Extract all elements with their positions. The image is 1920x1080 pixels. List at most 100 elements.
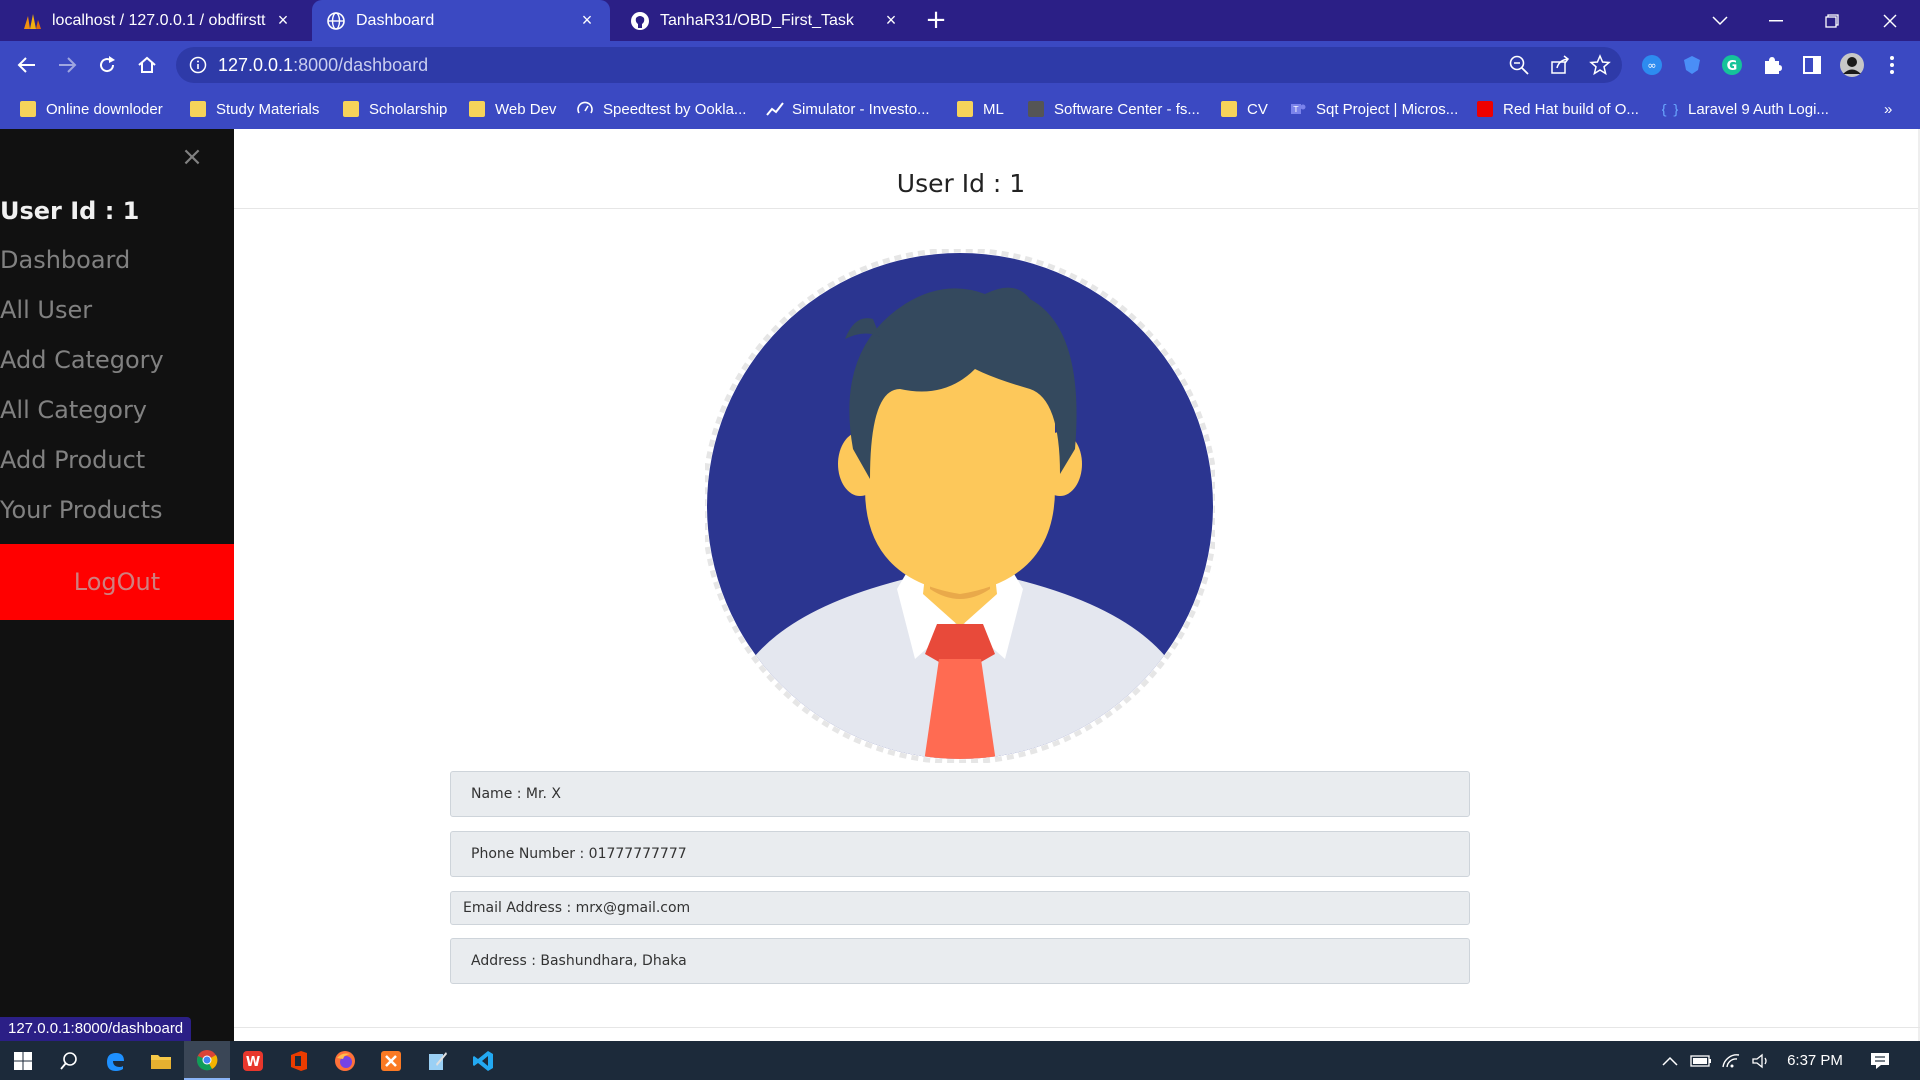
- email-value: Email Address : mrx@gmail.com: [463, 900, 691, 916]
- forward-arrow-icon[interactable]: [53, 51, 81, 79]
- extensions-puzzle-icon[interactable]: [1758, 51, 1786, 79]
- volume-icon[interactable]: [1748, 1041, 1774, 1080]
- page-header: User Id : 1: [234, 129, 1920, 209]
- bookmarks-bar: Online downloder Study Materials Scholar…: [0, 89, 1920, 129]
- address-field: Address : Bashundhara, Dhaka: [450, 938, 1470, 984]
- phpmyadmin-icon: [22, 11, 42, 31]
- sidebar-item-add-product[interactable]: Add Product: [0, 446, 145, 474]
- more-bookmarks-button[interactable]: »: [1884, 97, 1892, 121]
- tab-close-icon[interactable]: ×: [578, 10, 596, 31]
- xampp-icon[interactable]: [368, 1041, 414, 1080]
- vscode-icon[interactable]: [460, 1041, 506, 1080]
- bookmark-online-downloder[interactable]: Online downloder: [20, 97, 163, 121]
- bookmark-label: Web Dev: [495, 100, 557, 118]
- folder-icon: [190, 101, 206, 117]
- svg-text:W: W: [246, 1055, 260, 1070]
- sidebar-item-all-category[interactable]: All Category: [0, 396, 147, 424]
- logout-button[interactable]: LogOut: [0, 544, 234, 620]
- svg-text:{ }: { }: [1662, 103, 1678, 117]
- bookmark-simulator[interactable]: Simulator - Investo...: [766, 97, 930, 121]
- more-bookmarks-label: »: [1884, 100, 1893, 118]
- profile-avatar-icon[interactable]: [1838, 51, 1866, 79]
- minimize-icon[interactable]: [1748, 0, 1804, 41]
- site-info-icon[interactable]: [188, 55, 208, 75]
- wps-icon[interactable]: W: [230, 1041, 276, 1080]
- extension-infinity-icon[interactable]: ∞: [1638, 51, 1666, 79]
- windows-taskbar: W 6:37 PM: [0, 1041, 1920, 1080]
- url-path: :8000/dashboard: [293, 55, 429, 75]
- bookmark-label: Speedtest by Ookla...: [603, 100, 747, 118]
- bookmark-speedtest[interactable]: Speedtest by Ookla...: [577, 97, 746, 121]
- share-icon[interactable]: [1549, 54, 1571, 76]
- folder-icon: [343, 101, 359, 117]
- new-tab-button[interactable]: +: [922, 6, 950, 34]
- tab-phpmyadmin[interactable]: localhost / 127.0.0.1 / obdfirsttas ×: [8, 0, 306, 41]
- file-explorer-icon[interactable]: [138, 1041, 184, 1080]
- search-icon[interactable]: [46, 1041, 92, 1080]
- tab-github[interactable]: TanhaR31/OBD_First_Task ×: [616, 0, 914, 41]
- office-icon[interactable]: [276, 1041, 322, 1080]
- folder-icon: [1221, 101, 1237, 117]
- globe-icon: [326, 11, 346, 31]
- sidebar-item-your-products[interactable]: Your Products: [0, 496, 163, 524]
- extension-shield-icon[interactable]: [1678, 51, 1706, 79]
- bookmark-label: CV: [1247, 100, 1268, 118]
- folder-icon: [20, 101, 36, 117]
- close-window-icon[interactable]: [1862, 0, 1918, 41]
- notification-icon[interactable]: [1862, 1041, 1898, 1080]
- bookmark-ml[interactable]: ML: [957, 97, 1004, 121]
- bookmark-software-center[interactable]: Software Center - fs...: [1028, 97, 1200, 121]
- folder-icon: [957, 101, 973, 117]
- tab-search-icon[interactable]: [1692, 0, 1748, 41]
- home-icon[interactable]: [133, 51, 161, 79]
- bookmark-scholarship[interactable]: Scholarship: [343, 97, 447, 121]
- svg-text:T: T: [1293, 105, 1299, 114]
- bookmark-label: Laravel 9 Auth Logi...: [1688, 100, 1829, 118]
- name-value: Name : Mr. X: [471, 786, 561, 802]
- tab-title: TanhaR31/OBD_First_Task: [660, 11, 854, 29]
- chevron-up-icon[interactable]: [1657, 1041, 1683, 1080]
- teams-icon: T: [1290, 101, 1306, 117]
- bookmark-label: Sqt Project | Micros...: [1316, 100, 1459, 118]
- bookmark-cv[interactable]: CV: [1221, 97, 1268, 121]
- reload-icon[interactable]: [93, 51, 121, 79]
- edge-icon[interactable]: [92, 1041, 138, 1080]
- close-icon[interactable]: ×: [180, 144, 204, 170]
- back-arrow-icon[interactable]: [13, 51, 41, 79]
- redhat-icon: [1477, 101, 1493, 117]
- browser-menu-icon[interactable]: [1878, 51, 1906, 79]
- notepad-icon[interactable]: [414, 1041, 460, 1080]
- sidebar-item-dashboard[interactable]: Dashboard: [0, 246, 130, 274]
- sidebar: × User Id : 1 Dashboard All User Add Cat…: [0, 129, 234, 1041]
- bookmark-red-hat[interactable]: Red Hat build of O...: [1477, 97, 1639, 121]
- zoom-icon[interactable]: [1508, 54, 1530, 76]
- bookmark-study-materials[interactable]: Study Materials: [190, 97, 319, 121]
- sidebar-item-all-user[interactable]: All User: [0, 296, 92, 324]
- wifi-icon[interactable]: [1718, 1041, 1744, 1080]
- main-content: User Id : 1 Name : Mr. X Phone Number: …: [234, 129, 1920, 1041]
- folder-icon: [469, 101, 485, 117]
- firefox-icon[interactable]: [322, 1041, 368, 1080]
- bookmark-star-icon[interactable]: [1589, 54, 1611, 76]
- windows-start-icon[interactable]: [0, 1041, 46, 1080]
- name-field: Name : Mr. X: [450, 771, 1470, 817]
- bookmark-web-dev[interactable]: Web Dev: [469, 97, 556, 121]
- grammarly-icon[interactable]: G: [1718, 51, 1746, 79]
- tab-title: Dashboard: [356, 11, 435, 29]
- restore-icon[interactable]: [1804, 0, 1860, 41]
- bookmark-laravel-auth[interactable]: { } Laravel 9 Auth Logi...: [1660, 97, 1829, 121]
- bookmark-sqt-project[interactable]: T Sqt Project | Micros...: [1290, 97, 1458, 121]
- tab-dashboard[interactable]: Dashboard ×: [312, 0, 610, 41]
- sidebar-item-add-category[interactable]: Add Category: [0, 346, 164, 374]
- battery-icon[interactable]: [1688, 1041, 1714, 1080]
- chrome-icon[interactable]: [184, 1041, 230, 1080]
- bookmark-label: Online downloder: [46, 100, 163, 118]
- bookmark-label: Study Materials: [216, 100, 320, 118]
- svg-text:∞: ∞: [1647, 59, 1656, 72]
- tab-close-icon[interactable]: ×: [882, 10, 900, 31]
- tab-close-icon[interactable]: ×: [274, 10, 292, 31]
- side-panel-icon[interactable]: [1798, 51, 1826, 79]
- avatar: [701, 247, 1219, 765]
- clock-time[interactable]: 6:37 PM: [1780, 1041, 1850, 1080]
- address-bar[interactable]: 127.0.0.1:8000/dashboard: [176, 47, 1622, 83]
